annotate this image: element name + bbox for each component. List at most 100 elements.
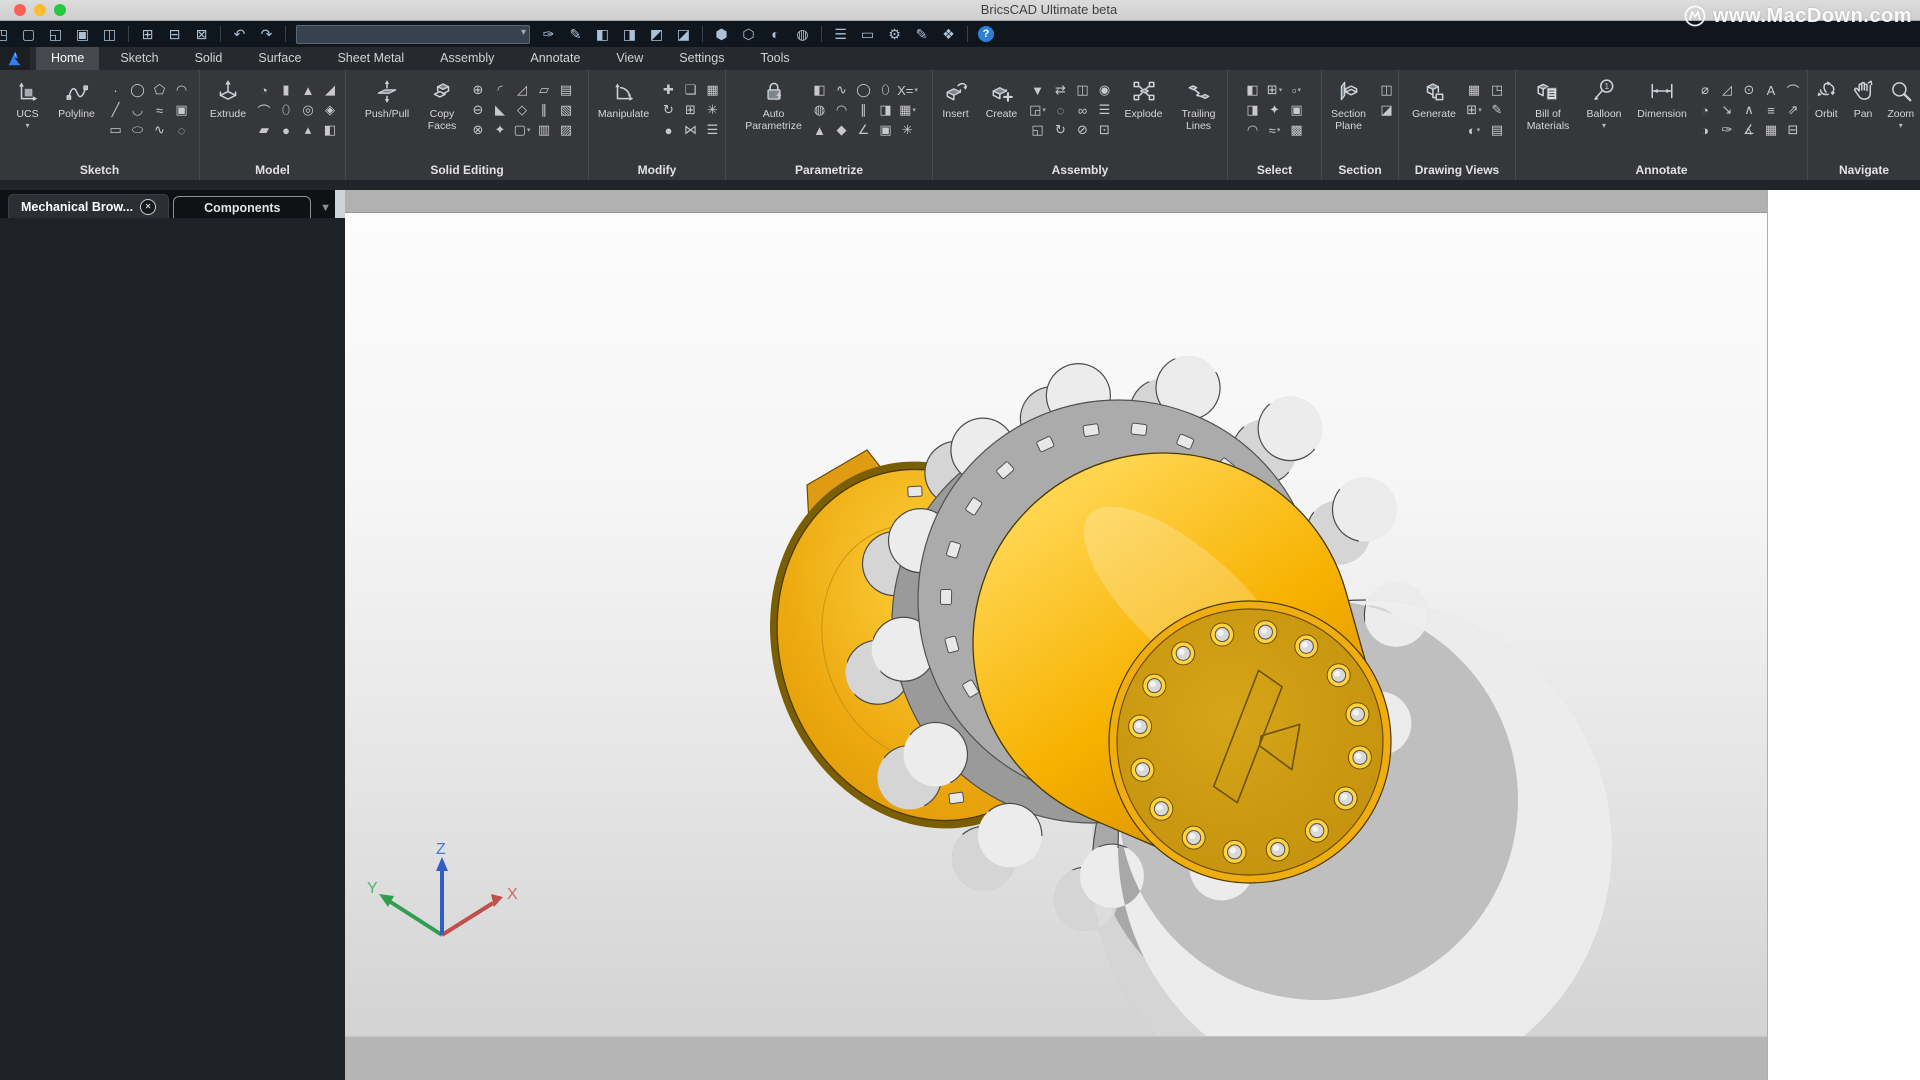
spline-cv-icon[interactable]: ∿ bbox=[150, 120, 170, 140]
view-projection-icon[interactable]: ⊞▾ bbox=[1464, 100, 1484, 120]
shell-icon[interactable]: ▥ bbox=[534, 120, 554, 140]
loft-icon[interactable]: ◈ bbox=[320, 100, 340, 120]
balloon-button[interactable]: 1Balloon▾ bbox=[1579, 73, 1629, 130]
dim-angle-icon[interactable]: ∡ bbox=[1739, 120, 1759, 140]
drawing-area[interactable]: ZYX bbox=[345, 190, 1767, 1080]
offset-face-icon[interactable]: ▱ bbox=[534, 80, 554, 100]
constrain-lock-icon[interactable]: ▣ bbox=[876, 120, 896, 140]
tab-annotate[interactable]: Annotate bbox=[515, 47, 595, 70]
wireframe-mode-icon[interactable]: ⬡ bbox=[740, 26, 757, 43]
trailing-lines-button[interactable]: Trailing Lines bbox=[1173, 73, 1225, 132]
panel-tab-close-icon[interactable]: ✕ bbox=[140, 199, 156, 215]
dim-symmetry-icon[interactable]: ∧ bbox=[1739, 100, 1759, 120]
push-pull-button[interactable]: Push/Pull bbox=[358, 73, 416, 121]
union-icon[interactable]: ⊕ bbox=[468, 80, 488, 100]
help-icon[interactable]: ? bbox=[978, 26, 994, 42]
select-subtract-icon[interactable]: ◩ bbox=[648, 26, 665, 43]
constrain-cylinder-icon[interactable]: ⬯ bbox=[876, 80, 896, 100]
ellipse-icon[interactable]: ⬭ bbox=[128, 120, 148, 140]
constrain-face-icon[interactable]: ◨ bbox=[876, 100, 896, 120]
tab-settings[interactable]: Settings bbox=[664, 47, 739, 70]
view-section-dropdown-arrow-icon[interactable]: ▾ bbox=[1477, 126, 1481, 134]
boundary-icon[interactable]: ▣ bbox=[172, 100, 192, 120]
cone-icon[interactable]: ▴ bbox=[298, 120, 318, 140]
sprocket-3d-model[interactable]: ZYX bbox=[345, 213, 1767, 1036]
constrain-cone-icon[interactable]: ▲ bbox=[810, 120, 830, 140]
zoom-button[interactable]: Zoom▾ bbox=[1881, 73, 1920, 130]
torus-section-icon[interactable]: ◔ bbox=[254, 80, 274, 100]
dim-diameter-icon[interactable]: ⌀ bbox=[1695, 80, 1715, 100]
save-icon[interactable]: ▣ bbox=[74, 26, 91, 43]
sphere-icon[interactable]: ● bbox=[276, 120, 296, 140]
eraser-icon[interactable]: ▭ bbox=[859, 26, 876, 43]
panel-tab-components[interactable]: Components bbox=[173, 196, 311, 218]
constrain-parallel-icon[interactable]: ∥ bbox=[854, 100, 874, 120]
open-file-icon[interactable]: ◱ bbox=[47, 26, 64, 43]
constrain-angle-icon[interactable]: ∠ bbox=[854, 120, 874, 140]
circle-icon[interactable]: ◯ bbox=[128, 80, 148, 100]
view-export-icon[interactable]: ◳ bbox=[1487, 80, 1507, 100]
panel-tab-mechanical-brow-[interactable]: Mechanical Brow...✕ bbox=[8, 194, 169, 218]
pyramid-icon[interactable]: ▲ bbox=[298, 80, 318, 100]
extrude-button[interactable]: Extrude bbox=[205, 73, 251, 121]
ucs-dropdown-arrow-icon[interactable]: ▾ bbox=[25, 122, 29, 130]
match-properties-icon[interactable]: ✎ bbox=[567, 26, 584, 43]
move-face-icon[interactable]: ◇ bbox=[512, 100, 532, 120]
new-file-icon[interactable]: ▢ bbox=[20, 26, 37, 43]
frustum-icon[interactable]: ▰ bbox=[254, 120, 274, 140]
point-icon[interactable]: · bbox=[106, 80, 126, 100]
tab-view[interactable]: View bbox=[601, 47, 658, 70]
slice-icon[interactable]: ◧ bbox=[320, 120, 340, 140]
tab-assembly[interactable]: Assembly bbox=[425, 47, 509, 70]
annotation-monitor-icon[interactable]: ⊟ bbox=[1783, 120, 1803, 140]
array-rectangular-icon[interactable]: ▦ bbox=[703, 80, 723, 100]
section-toggle-icon[interactable]: ◫ bbox=[1377, 80, 1397, 100]
text-align-icon[interactable]: ≡ bbox=[1761, 100, 1781, 120]
fillet-edge-icon[interactable]: ◜ bbox=[490, 80, 510, 100]
view-section-icon[interactable]: ◐▾ bbox=[1464, 120, 1484, 140]
constrain-coincident-icon[interactable]: ◧ bbox=[810, 80, 830, 100]
separate-solids-icon[interactable]: ∥ bbox=[534, 100, 554, 120]
insert-standard-part-icon[interactable]: ▼ bbox=[1028, 80, 1048, 100]
auto-parametrize-button[interactable]: Auto Parametrize bbox=[741, 73, 807, 132]
chamfer-edge-icon[interactable]: ◣ bbox=[490, 100, 510, 120]
combobox-arrow-icon[interactable]: ▾ bbox=[521, 27, 526, 38]
center-mark-icon[interactable]: ⊙ bbox=[1739, 80, 1759, 100]
drawing-explorer-icon[interactable]: ☰ bbox=[832, 26, 849, 43]
generate-views-button[interactable]: Generate bbox=[1407, 73, 1461, 121]
delete-face-dropdown-arrow-icon[interactable]: ▾ bbox=[527, 126, 531, 134]
stitch-icon[interactable]: ▤ bbox=[556, 80, 576, 100]
break-link-icon[interactable]: ⊘ bbox=[1073, 120, 1093, 140]
constrain-path-icon[interactable]: ∿ bbox=[832, 80, 852, 100]
rotate-3d-icon[interactable]: ↻ bbox=[659, 100, 679, 120]
tab-home[interactable]: Home bbox=[36, 47, 99, 70]
render-mode-icon[interactable]: ◐ bbox=[767, 26, 784, 43]
select-similar-dropdown-arrow-icon[interactable]: ▾ bbox=[1277, 126, 1281, 134]
shaded-mode-icon[interactable]: ⬢ bbox=[713, 26, 730, 43]
select-smart-icon[interactable]: ✦ bbox=[1265, 100, 1285, 120]
view-projection-dropdown-arrow-icon[interactable]: ▾ bbox=[1478, 106, 1482, 114]
select-loop-icon[interactable]: ◠ bbox=[1243, 120, 1263, 140]
constrain-blend-icon[interactable]: ◆ bbox=[832, 120, 852, 140]
cylinder-icon[interactable]: ⬯ bbox=[276, 100, 296, 120]
spline-fit-icon[interactable]: ≈ bbox=[150, 100, 170, 120]
box-icon[interactable]: ▮ bbox=[276, 80, 296, 100]
section-plane-button[interactable]: Section Plane bbox=[1324, 73, 1374, 132]
dim-arrow-icon[interactable]: ↘ bbox=[1717, 100, 1737, 120]
explode-assembly-button[interactable]: Explode bbox=[1118, 73, 1170, 121]
save-as-icon[interactable]: ◫ bbox=[101, 26, 118, 43]
text-editor-icon[interactable]: ✎ bbox=[913, 26, 930, 43]
view-style-icon[interactable]: ▤ bbox=[1487, 120, 1507, 140]
revision-cloud-icon[interactable]: ◌ bbox=[172, 120, 192, 140]
app-grid-icon[interactable]: ◳ bbox=[0, 26, 10, 43]
expression-dropdown-arrow-icon[interactable]: ▾ bbox=[914, 86, 918, 94]
select-add-icon[interactable]: ◨ bbox=[621, 26, 638, 43]
text-icon[interactable]: A bbox=[1761, 80, 1781, 100]
view-edit-icon[interactable]: ✎ bbox=[1487, 100, 1507, 120]
mirror-3d-icon[interactable]: ⋈ bbox=[681, 120, 701, 140]
array-polar-icon[interactable]: ✳ bbox=[703, 100, 723, 120]
subtract-icon[interactable]: ⊖ bbox=[468, 100, 488, 120]
select-pattern-icon[interactable]: ▩ bbox=[1287, 120, 1307, 140]
view-base-icon[interactable]: ▦ bbox=[1464, 80, 1484, 100]
section-block-icon[interactable]: ◪ bbox=[1377, 100, 1397, 120]
